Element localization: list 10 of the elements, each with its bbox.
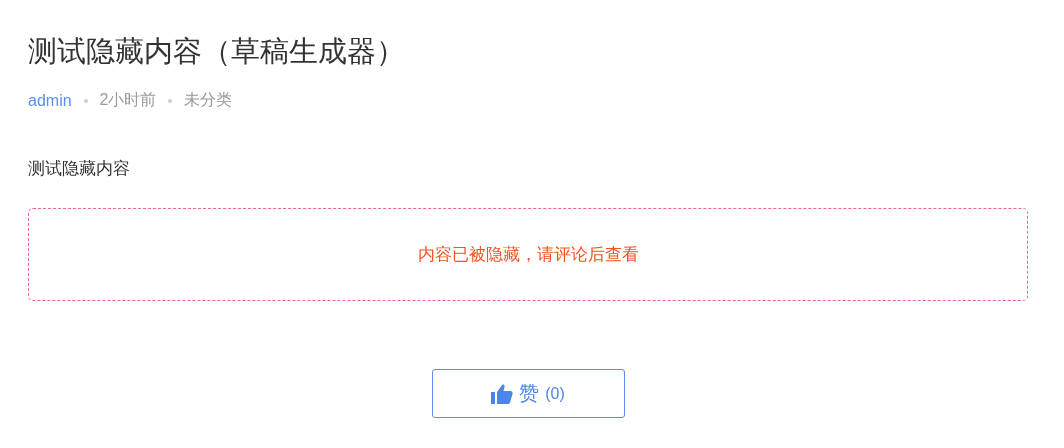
post-category: 未分类: [184, 90, 233, 110]
separator-dot: [83, 98, 88, 103]
separator-dot: [168, 98, 173, 103]
post-body: 测试隐藏内容: [28, 158, 131, 180]
post-title: 测试隐藏内容（草稿生成器）: [28, 34, 406, 69]
hidden-notice: 内容已被隐藏，请评论后查看: [417, 244, 639, 266]
post-time: 2小时前: [99, 90, 157, 110]
thumbs-up-icon: [491, 383, 514, 404]
author-link[interactable]: admin: [28, 91, 72, 110]
like-button[interactable]: 赞 (0): [431, 369, 625, 418]
